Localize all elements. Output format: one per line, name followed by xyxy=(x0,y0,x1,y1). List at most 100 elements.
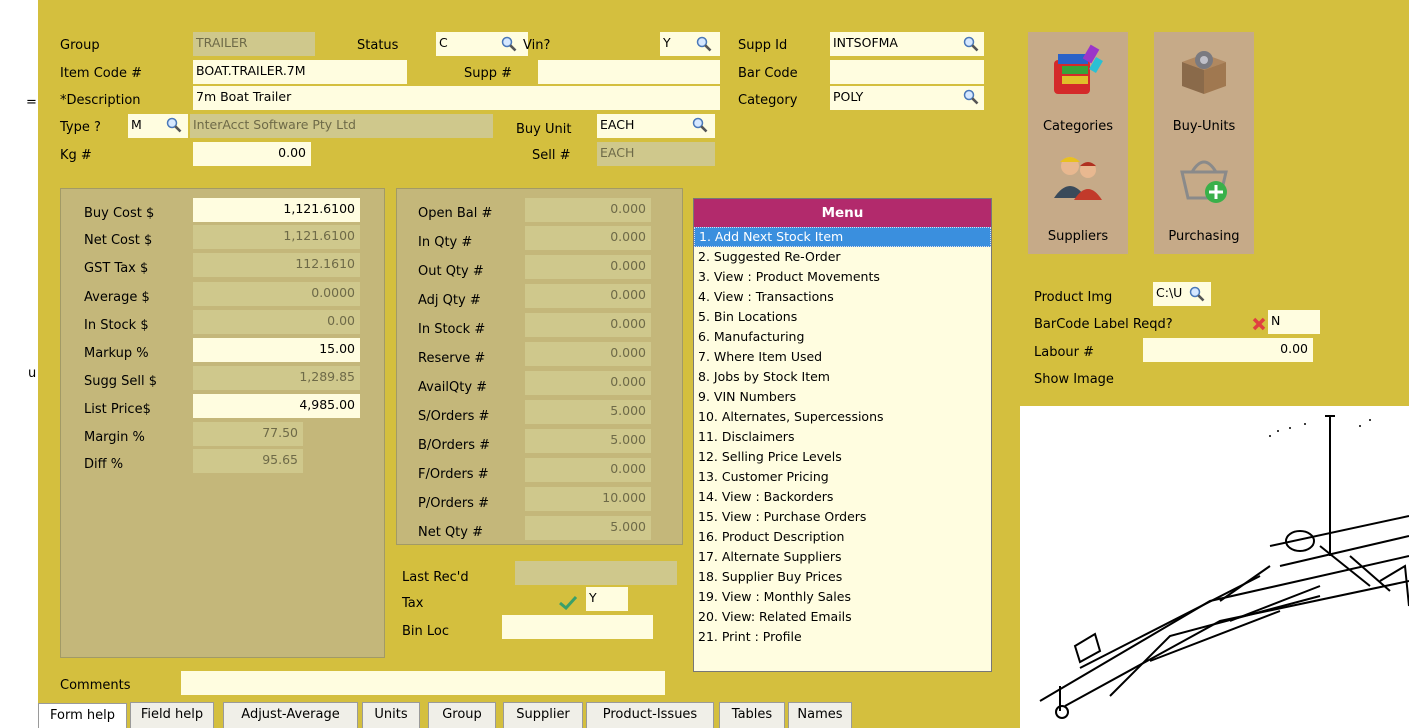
vin-label: Vin? xyxy=(523,38,551,53)
suppliers-label: Suppliers xyxy=(1047,229,1109,244)
barcode-label: BarCode Label Reqd? xyxy=(1034,317,1173,332)
sugg-sell-field[interactable]: 1,289.85 xyxy=(193,366,360,390)
product-img-search-icon[interactable] xyxy=(1189,286,1205,302)
supp-field[interactable] xyxy=(538,60,720,84)
cross-icon xyxy=(1252,317,1266,331)
status-search-icon[interactable] xyxy=(501,36,517,52)
reserve-field[interactable]: 0.000 xyxy=(525,342,651,366)
in-stock-qty-field[interactable]: 0.000 xyxy=(525,313,651,337)
menu-item-purchase-orders[interactable]: 15. View : Purchase Orders xyxy=(694,507,991,527)
comments-field[interactable] xyxy=(181,671,665,695)
in-qty-label: In Qty # xyxy=(418,235,473,250)
tab-group[interactable]: Group xyxy=(428,702,496,728)
bar-code-label: Bar Code xyxy=(738,66,798,81)
menu-item-alternate-suppliers[interactable]: 17. Alternate Suppliers xyxy=(694,547,991,567)
category-search-icon[interactable] xyxy=(963,89,979,105)
tax-field[interactable]: Y xyxy=(586,587,628,611)
menu-item-product-movements[interactable]: 3. View : Product Movements xyxy=(694,267,991,287)
list-price-label: List Price$ xyxy=(84,402,151,417)
tab-form-help[interactable]: Form help xyxy=(38,703,127,728)
suppliers-button[interactable]: Suppliers xyxy=(1028,142,1128,254)
menu-item-backorders[interactable]: 14. View : Backorders xyxy=(694,487,991,507)
s-orders-field[interactable]: 5.000 xyxy=(525,400,651,424)
tab-names[interactable]: Names xyxy=(788,702,852,728)
barcode-field[interactable]: N xyxy=(1268,310,1320,334)
tab-units[interactable]: Units xyxy=(362,702,420,728)
menu-item-bin-locations[interactable]: 5. Bin Locations xyxy=(694,307,991,327)
adj-qty-field[interactable]: 0.000 xyxy=(525,284,651,308)
show-image-label: Show Image xyxy=(1034,372,1114,387)
group-field[interactable]: TRAILER xyxy=(193,32,315,56)
menu-item-monthly-sales[interactable]: 19. View : Monthly Sales xyxy=(694,587,991,607)
menu-item-add-next-stock-item[interactable]: 1. Add Next Stock Item xyxy=(694,227,991,247)
purchasing-button[interactable]: Purchasing xyxy=(1154,142,1254,254)
in-stock-value-field[interactable]: 0.00 xyxy=(193,310,360,334)
menu-item-transactions[interactable]: 4. View : Transactions xyxy=(694,287,991,307)
bin-loc-field[interactable] xyxy=(502,615,653,639)
b-orders-field[interactable]: 5.000 xyxy=(525,429,651,453)
supp-id-field[interactable]: INTSOFMA xyxy=(830,32,984,56)
description-field[interactable]: 7m Boat Trailer xyxy=(193,86,720,110)
menu-item-where-item-used[interactable]: 7. Where Item Used xyxy=(694,347,991,367)
in-stock-value-label: In Stock $ xyxy=(84,318,149,333)
net-cost-field[interactable]: 1,121.6100 xyxy=(193,225,360,249)
supp-id-label: Supp Id xyxy=(738,38,788,53)
type-search-icon[interactable] xyxy=(166,117,182,133)
open-bal-field[interactable]: 0.000 xyxy=(525,198,651,222)
out-qty-field[interactable]: 0.000 xyxy=(525,255,651,279)
menu-item-jobs-by-stock-item[interactable]: 8. Jobs by Stock Item xyxy=(694,367,991,387)
kg-field[interactable]: 0.00 xyxy=(193,142,311,166)
supp-id-search-icon[interactable] xyxy=(963,36,979,52)
menu-item-selling-price-levels[interactable]: 12. Selling Price Levels xyxy=(694,447,991,467)
tab-adjust-average[interactable]: Adjust-Average xyxy=(223,702,358,728)
tab-product-issues[interactable]: Product-Issues xyxy=(586,702,714,728)
bar-code-field[interactable] xyxy=(830,60,984,84)
gst-field[interactable]: 112.1610 xyxy=(193,253,360,277)
in-qty-field[interactable]: 0.000 xyxy=(525,226,651,250)
menu-item-related-emails[interactable]: 20. View: Related Emails xyxy=(694,607,991,627)
menu-item-vin-numbers[interactable]: 9. VIN Numbers xyxy=(694,387,991,407)
item-code-field[interactable]: BOAT.TRAILER.7M xyxy=(193,60,407,84)
vin-search-icon[interactable] xyxy=(696,36,712,52)
purchasing-label: Purchasing xyxy=(1168,229,1240,244)
buy-units-button[interactable]: Buy-Units xyxy=(1154,32,1254,144)
f-orders-field[interactable]: 0.000 xyxy=(525,458,651,482)
supplier-name-field[interactable]: InterAcct Software Pty Ltd xyxy=(190,114,493,138)
tab-tables[interactable]: Tables xyxy=(719,702,785,728)
categories-button[interactable]: Categories xyxy=(1028,32,1128,144)
kg-label: Kg # xyxy=(60,148,92,163)
menu-item-product-description[interactable]: 16. Product Description xyxy=(694,527,991,547)
sell-field[interactable]: EACH xyxy=(597,142,715,166)
buy-cost-field[interactable]: 1,121.6100 xyxy=(193,198,360,222)
markup-field[interactable]: 15.00 xyxy=(193,338,360,362)
buy-units-label: Buy-Units xyxy=(1172,119,1236,134)
list-price-field[interactable]: 4,985.00 xyxy=(193,394,360,418)
categories-label: Categories xyxy=(1042,119,1114,134)
avail-qty-field[interactable]: 0.000 xyxy=(525,371,651,395)
tab-field-help[interactable]: Field help xyxy=(130,702,214,728)
net-qty-field[interactable]: 5.000 xyxy=(525,516,651,540)
menu-item-customer-pricing[interactable]: 13. Customer Pricing xyxy=(694,467,991,487)
menu-item-print-profile[interactable]: 21. Print : Profile xyxy=(694,627,991,647)
labour-field[interactable]: 0.00 xyxy=(1143,338,1313,362)
markup-label: Markup % xyxy=(84,346,149,361)
margin-field[interactable]: 77.50 xyxy=(193,422,303,446)
tab-supplier[interactable]: Supplier xyxy=(503,702,583,728)
diff-field[interactable]: 95.65 xyxy=(193,449,303,473)
in-stock-qty-label: In Stock # xyxy=(418,322,486,337)
p-orders-field[interactable]: 10.000 xyxy=(525,487,651,511)
average-field[interactable]: 0.0000 xyxy=(193,282,360,306)
menu-item-disclaimers[interactable]: 11. Disclaimers xyxy=(694,427,991,447)
last-recd-field[interactable] xyxy=(515,561,677,585)
checkmark-icon xyxy=(559,596,577,610)
buy-unit-search-icon[interactable] xyxy=(692,117,708,133)
menu-item-suggested-reorder[interactable]: 2. Suggested Re-Order xyxy=(694,247,991,267)
menu-item-manufacturing[interactable]: 6. Manufacturing xyxy=(694,327,991,347)
menu-list: 1. Add Next Stock Item 2. Suggested Re-O… xyxy=(694,227,991,647)
menu-item-supplier-buy-prices[interactable]: 18. Supplier Buy Prices xyxy=(694,567,991,587)
edge-glyph-mid: u xyxy=(28,366,37,381)
category-field[interactable]: POLY xyxy=(830,86,984,110)
menu-item-alternates[interactable]: 10. Alternates, Supercessions xyxy=(694,407,991,427)
tax-label: Tax xyxy=(402,596,424,611)
out-qty-label: Out Qty # xyxy=(418,264,484,279)
